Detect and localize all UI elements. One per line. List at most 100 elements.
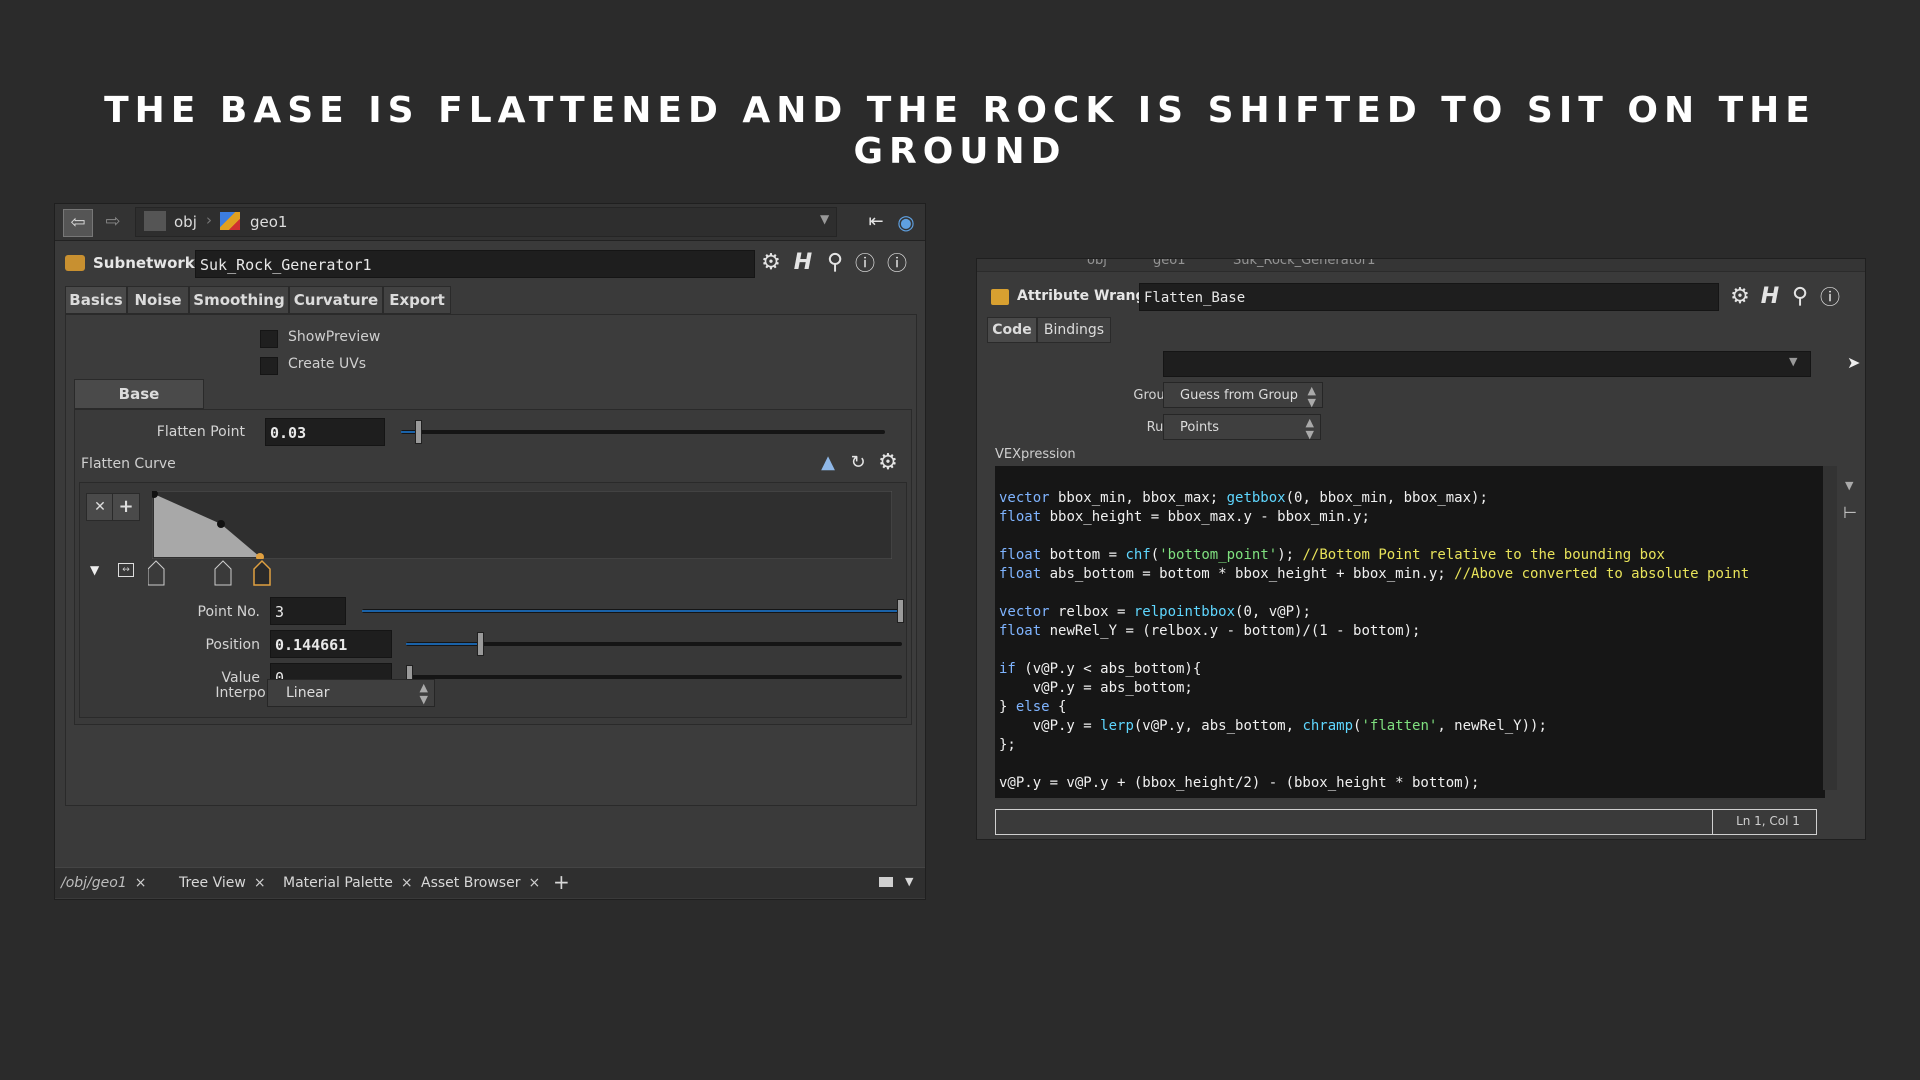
tab-export[interactable]: Export	[383, 286, 451, 314]
add-parm-icon[interactable]: ⊢	[1843, 503, 1857, 522]
code-scrollbar[interactable]	[1823, 466, 1837, 790]
value-slider[interactable]	[406, 665, 902, 689]
back-arrow-icon[interactable]: ⇦	[63, 209, 93, 237]
ramp-key-2	[214, 560, 232, 586]
breadcrumb-subnet[interactable]: Suk_Rock_Generator1	[1233, 259, 1375, 268]
code-line-12: } else {	[999, 699, 1067, 715]
houdini-help-icon[interactable]: H	[1757, 284, 1783, 310]
point-no-slider[interactable]	[362, 599, 904, 623]
show-preview-checkbox[interactable]	[260, 330, 278, 348]
tab-base-flattening[interactable]: Base Flattening	[74, 379, 204, 431]
ramp-gear-icon[interactable]: ⚙	[875, 450, 901, 476]
flatten-point-slider-handle[interactable]	[415, 420, 422, 444]
code-line-4: float bottom = chf('bottom_point'); //Bo…	[999, 547, 1665, 563]
tab-code[interactable]: Code	[987, 317, 1037, 343]
editor-status-bar: Ln 1, Col 1	[995, 809, 1817, 835]
add-point-button[interactable]: +	[112, 493, 140, 521]
parameter-panel-left: ⇦ ⇨ obj › geo1 ▼ ⇤ ◉ Subnetwork Suk_Rock…	[54, 203, 926, 900]
breadcrumb-obj[interactable]: obj	[1087, 259, 1107, 268]
ramp-reset-icon[interactable]: ↻	[845, 450, 871, 476]
search-icon[interactable]: ⚲	[1787, 284, 1813, 310]
chevron-down-icon[interactable]: ▼	[820, 212, 829, 226]
tab-basics[interactable]: Basics	[65, 286, 127, 314]
select-arrow-icon[interactable]: ➤	[1847, 353, 1860, 372]
geo-icon	[220, 212, 240, 230]
expand-ramp-icon[interactable]: ↔	[118, 563, 134, 577]
run-over-dropdown[interactable]: Points ▲ ▼	[1163, 414, 1321, 441]
flatten-point-field[interactable]: 0.03	[265, 418, 385, 446]
houdini-help-icon[interactable]: H	[790, 250, 816, 276]
position-slider[interactable]	[406, 632, 902, 656]
create-uvs-checkbox[interactable]	[260, 357, 278, 375]
run-over-value: Points	[1180, 420, 1220, 435]
breadcrumb-obj[interactable]: obj	[174, 213, 197, 231]
point-no-slider-fill	[362, 610, 902, 612]
point-no-field[interactable]: 3	[270, 597, 346, 625]
position-label: Position	[205, 637, 260, 653]
close-icon[interactable]: ×	[528, 875, 540, 891]
pane-tab-obj-geo1[interactable]: /obj/geo1 ×	[61, 875, 146, 891]
chevron-right-icon: ›	[206, 211, 212, 229]
tab-curvature[interactable]: Curvature	[289, 286, 383, 314]
pane-tab-material-palette-label: Material Palette	[283, 875, 393, 891]
path-bar: ⇦ ⇨ obj › geo1 ▼ ⇤ ◉	[55, 204, 925, 241]
chevron-down-icon[interactable]: ▼	[1789, 355, 1797, 368]
network-icon	[144, 211, 166, 231]
point-no-slider-handle[interactable]	[897, 599, 904, 623]
vex-code-editor[interactable]: vector bbox_min, bbox_max; getbbox(0, bb…	[995, 466, 1825, 798]
pane-tab-material-palette[interactable]: Material Palette ×	[283, 875, 413, 891]
remove-point-button[interactable]: ✕	[86, 493, 114, 521]
node-name-field[interactable]: Suk_Rock_Generator1	[195, 250, 755, 278]
close-icon[interactable]: ×	[135, 875, 147, 891]
pane-tab-tree-view[interactable]: Tree View ×	[179, 875, 266, 891]
gear-icon[interactable]: ⚙	[758, 250, 784, 276]
ramp-graph[interactable]	[152, 491, 892, 559]
pane-layout-icon[interactable]	[879, 877, 893, 887]
position-slider-fill	[406, 643, 478, 645]
create-uvs-label: Create UVs	[288, 356, 367, 372]
breadcrumb[interactable]: obj › geo1 ▼	[135, 207, 837, 237]
path-bar: obj geo1 Suk_Rock_Generator1	[977, 259, 1865, 272]
breadcrumb-geo1[interactable]: geo1	[250, 213, 287, 231]
chevron-down-icon[interactable]: ▼	[1845, 479, 1853, 492]
node-name-field[interactable]: Flatten_Base	[1139, 283, 1719, 311]
group-type-dropdown[interactable]: Guess from Group ▲ ▼	[1163, 382, 1323, 409]
breadcrumb-geo1[interactable]: geo1	[1153, 259, 1185, 268]
pane-tab-tree-view-label: Tree View	[179, 875, 246, 891]
interpolation-value: Linear	[286, 685, 330, 701]
position-slider-handle[interactable]	[477, 632, 484, 656]
tab-noise[interactable]: Noise	[127, 286, 189, 314]
add-tab-icon[interactable]: +	[553, 870, 570, 894]
tab-smoothing[interactable]: Smoothing	[189, 286, 289, 314]
chevron-down-icon[interactable]: ▼	[905, 875, 913, 888]
link-icon[interactable]: ◉	[893, 209, 919, 235]
gear-icon[interactable]: ⚙	[1727, 284, 1753, 310]
close-icon[interactable]: ×	[254, 875, 266, 891]
group-field[interactable]	[1163, 351, 1811, 377]
search-icon[interactable]: ⚲	[822, 250, 848, 276]
ramp-keys[interactable]	[148, 559, 288, 587]
position-field[interactable]: 0.144661	[270, 630, 392, 658]
tab-bindings[interactable]: Bindings	[1037, 317, 1111, 343]
pane-tab-asset-browser-label: Asset Browser	[421, 875, 521, 891]
forward-arrow-icon[interactable]: ⇨	[99, 209, 127, 235]
close-icon[interactable]: ×	[401, 875, 413, 891]
code-line-7: vector relbox = relpointbbox(0, v@P);	[999, 604, 1311, 620]
code-line-13: v@P.y = lerp(v@P.y, abs_bottom, chramp('…	[999, 718, 1547, 734]
ramp-key-3	[253, 559, 271, 586]
info-icon[interactable]: ⓘ	[852, 250, 878, 276]
collapse-triangle-icon[interactable]: ▼	[90, 563, 99, 577]
node-type-label: Subnetwork	[93, 254, 195, 272]
wrangle-icon	[991, 289, 1009, 305]
pane-tab-asset-browser[interactable]: Asset Browser ×	[421, 875, 540, 891]
flatten-point-slider[interactable]	[401, 420, 885, 444]
help-icon[interactable]: ⓘ	[884, 250, 910, 276]
info-icon[interactable]: ⓘ	[1817, 284, 1843, 310]
page-title: THE BASE IS FLATTENED AND THE ROCK IS SH…	[104, 90, 1816, 172]
pin-icon[interactable]: ⇤	[863, 209, 889, 235]
point-no-label: Point No.	[197, 604, 260, 620]
interpolation-dropdown[interactable]: Linear ▲ ▼	[267, 679, 435, 707]
vexpression-label: VEXpression	[995, 447, 1076, 462]
ramp-preset-icon[interactable]: ▲	[815, 450, 841, 476]
